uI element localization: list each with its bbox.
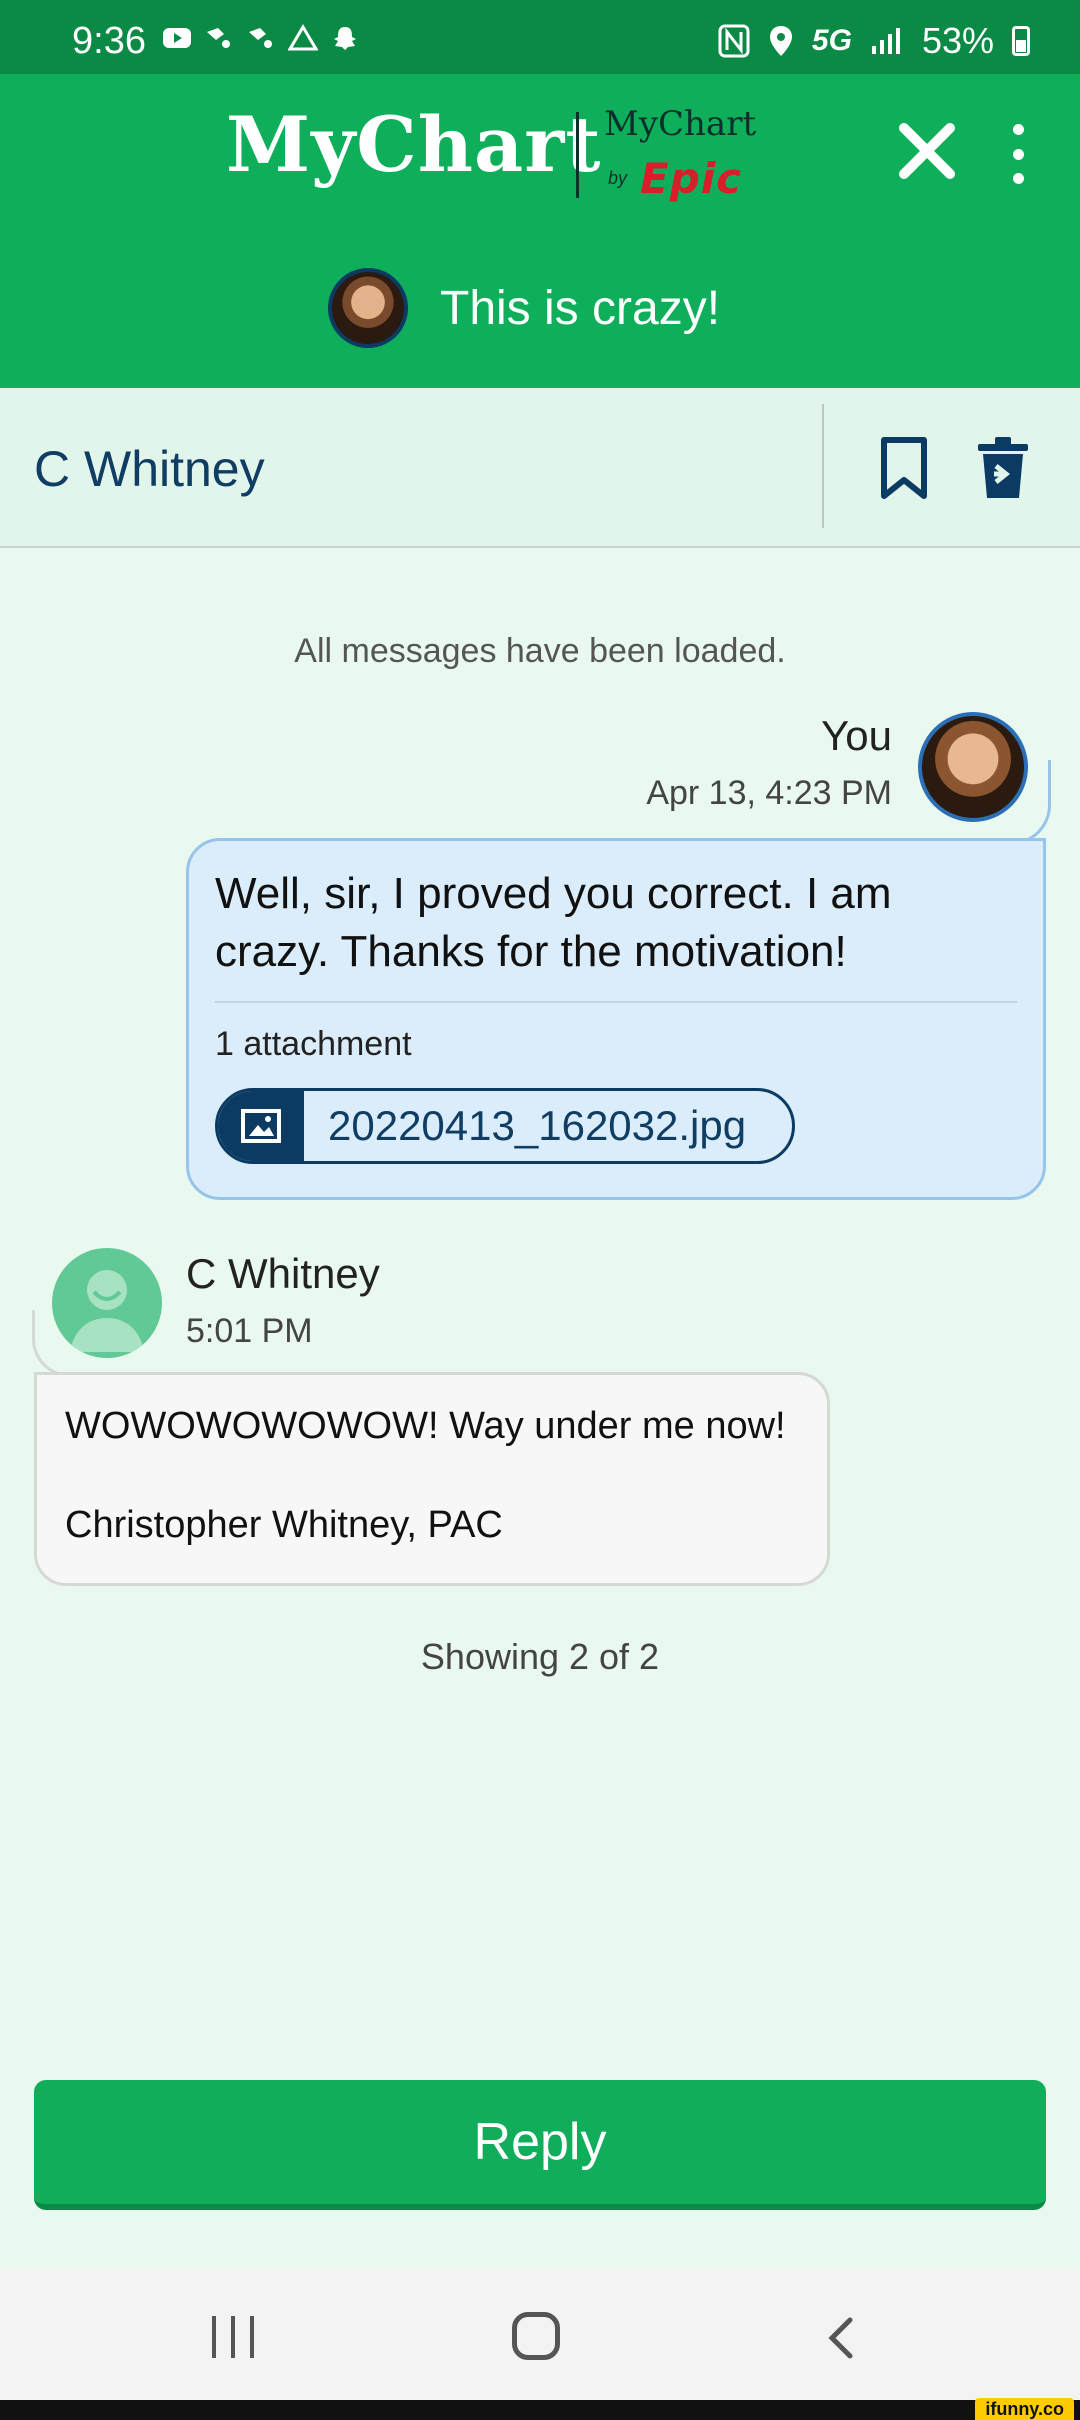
sender-name-you: You — [821, 712, 892, 759]
attachment-chip[interactable]: 20220413_162032.jpg — [215, 1088, 795, 1164]
ifunny-watermark: ifunny.co — [975, 2398, 1074, 2420]
message-count: Showing 2 of 2 — [420, 1636, 660, 1677]
photo-notification-icon-2 — [249, 28, 272, 48]
avatar-placeholder-icon — [52, 1248, 162, 1358]
footer-strip — [0, 2400, 1080, 2420]
avatar — [328, 268, 408, 348]
message-body-cw: WOWOWOWOWOW! Way under me now! — [65, 1405, 786, 1447]
snapchat-icon — [334, 27, 356, 50]
nfc-icon — [718, 24, 750, 58]
battery-icon — [1012, 26, 1030, 56]
trash-icon[interactable] — [974, 434, 1032, 502]
more-options-icon[interactable] — [1000, 124, 1036, 184]
message-body-you: Well, sir, I proved you correct. I am cr… — [215, 869, 892, 976]
close-icon[interactable] — [892, 116, 962, 186]
loaded-note: All messages have been loaded. — [294, 632, 786, 670]
image-icon — [218, 1091, 304, 1161]
mychart-by-epic-logo: MyChart by Epic — [604, 104, 757, 203]
conversation-name: C Whitney — [34, 441, 265, 497]
battery-percent: 53% — [921, 20, 994, 61]
attachment-count: 1 attachment — [215, 1025, 412, 1063]
header-divider — [822, 404, 824, 528]
sender-name-cw: C Whitney — [186, 1250, 380, 1297]
message-timestamp-cw: 5:01 PM — [186, 1312, 313, 1350]
photo-notification-icon — [207, 28, 230, 48]
message-bubble-you: Well, sir, I proved you correct. I am cr… — [186, 838, 1046, 1200]
bookmark-icon[interactable] — [876, 436, 932, 500]
notification-icons — [162, 24, 360, 52]
attachment-filename: 20220413_162032.jpg — [328, 1102, 747, 1149]
reply-button[interactable]: Reply — [34, 2080, 1046, 2210]
mychart-logo: MyChart — [226, 100, 602, 189]
app-header: MyChart MyChart by Epic This is crazy! — [0, 74, 1080, 388]
status-bar: 9:36 5G 53% — [0, 0, 1080, 74]
conversation-header: C Whitney — [0, 388, 1080, 548]
attachment-divider — [215, 1001, 1017, 1003]
message-signature-cw: Christopher Whitney, PAC — [65, 1504, 503, 1546]
youtube-icon — [163, 28, 191, 48]
bubble-tail-you — [1000, 760, 1051, 845]
back-icon[interactable] — [822, 2316, 862, 2360]
logo-divider — [576, 112, 579, 198]
signal-icon — [871, 28, 900, 54]
subject-title: This is crazy! — [440, 281, 721, 335]
message-subject: This is crazy! — [328, 266, 720, 350]
message-bubble-cw: WOWOWOWOWOW! Way under me now! Christoph… — [34, 1372, 830, 1586]
status-right: 5G 53% — [718, 20, 1030, 62]
status-time: 9:36 — [72, 20, 146, 62]
message-timestamp-you: Apr 13, 4:23 PM — [646, 774, 892, 812]
system-nav-bar — [0, 2268, 1080, 2400]
drive-icon — [288, 24, 318, 51]
recent-apps-icon[interactable] — [212, 2316, 254, 2358]
home-icon[interactable] — [512, 2312, 560, 2360]
network-type: 5G — [811, 24, 852, 57]
location-icon — [769, 26, 792, 56]
